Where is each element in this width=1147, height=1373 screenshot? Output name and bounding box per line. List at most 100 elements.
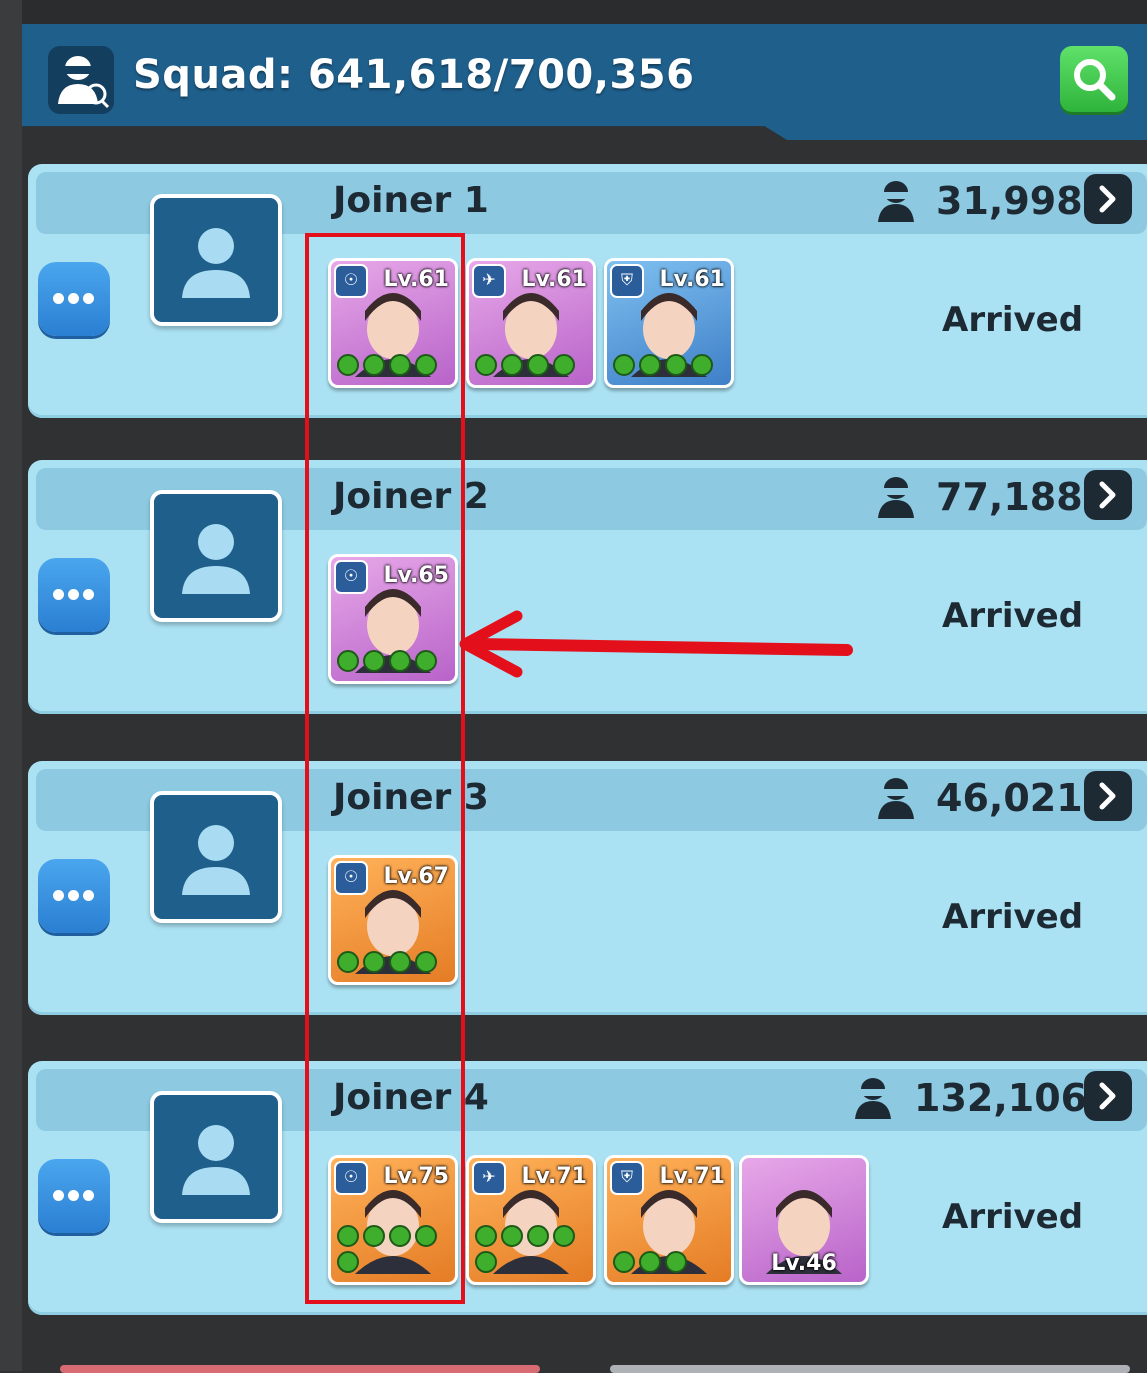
search-button[interactable]: [1060, 46, 1128, 112]
star-icon: [337, 650, 359, 672]
chevron-right-button[interactable]: [1084, 174, 1132, 224]
hero-slot[interactable]: ☉ Lv.61: [328, 258, 458, 388]
hero-stars: [475, 354, 579, 380]
chevron-right-button[interactable]: [1084, 771, 1132, 821]
hero-slot[interactable]: ☉ Lv.75: [328, 1155, 458, 1285]
hero-stars: [613, 354, 717, 380]
hero-slot[interactable]: ☉ Lv.67: [328, 855, 458, 985]
user-silhouette-icon: [182, 228, 250, 298]
star-icon: [501, 354, 523, 376]
hero-slot[interactable]: ☉ Lv.65: [328, 554, 458, 684]
hero-class-icon: ⛨: [610, 1161, 644, 1195]
star-icon: [553, 354, 575, 376]
star-icon: [475, 1225, 497, 1247]
hero-class-icon: ☉: [334, 560, 368, 594]
star-icon: [613, 1251, 635, 1273]
hero-level: Lv.67: [383, 864, 449, 889]
star-icon: [389, 1225, 411, 1247]
chevron-right-button[interactable]: [1084, 470, 1132, 520]
more-options-button[interactable]: [38, 1159, 110, 1233]
star-icon: [363, 1225, 385, 1247]
joiner-card: Joiner 4 132,106 ☉ Lv.75 ✈ Lv.71 ⛨ Lv.71…: [28, 1061, 1147, 1315]
joiner-power: 31,998: [936, 179, 1083, 223]
hero-stars: [337, 1225, 455, 1277]
joiner-power: 77,188: [936, 475, 1083, 519]
star-icon: [389, 354, 411, 376]
joiner-name: Joiner 2: [333, 476, 489, 517]
star-icon: [639, 1251, 661, 1273]
joiner-card: Joiner 3 46,021 ☉ Lv.67 Arrived: [28, 761, 1147, 1015]
star-icon: [527, 354, 549, 376]
hero-stars: [337, 650, 441, 676]
hero-slot[interactable]: ✈ Lv.71: [466, 1155, 596, 1285]
hero-stars: [613, 1251, 691, 1277]
chevron-right-icon: [1099, 1082, 1116, 1110]
star-icon: [553, 1225, 575, 1247]
star-icon: [415, 650, 437, 672]
march-status: Arrived: [942, 596, 1084, 636]
avatar[interactable]: [150, 490, 282, 622]
more-options-button[interactable]: [38, 558, 110, 632]
hero-slot[interactable]: ⛨ Lv.61: [604, 258, 734, 388]
hero-slot[interactable]: ⛨ Lv.71: [604, 1155, 734, 1285]
more-options-button[interactable]: [38, 262, 110, 336]
star-icon: [665, 1251, 687, 1273]
star-icon: [363, 650, 385, 672]
march-status: Arrived: [942, 897, 1084, 937]
joiner-name: Joiner 4: [333, 1077, 489, 1118]
joiner-power: 46,021: [936, 776, 1083, 820]
star-icon: [415, 951, 437, 973]
star-icon: [475, 354, 497, 376]
star-icon: [337, 951, 359, 973]
joiner-name: Joiner 1: [333, 180, 489, 221]
hero-slot[interactable]: Lv.46: [739, 1155, 869, 1285]
avatar[interactable]: [150, 1091, 282, 1223]
chevron-right-icon: [1099, 481, 1116, 509]
march-status: Arrived: [942, 1197, 1084, 1237]
hero-class-icon: ☉: [334, 264, 368, 298]
star-icon: [337, 1251, 359, 1273]
soldier-search-icon: [48, 46, 114, 114]
magnifier-icon: [1074, 59, 1116, 101]
hero-level: Lv.75: [383, 1164, 449, 1189]
star-icon: [527, 1225, 549, 1247]
user-silhouette-icon: [182, 1125, 250, 1195]
hero-level: Lv.71: [521, 1164, 587, 1189]
soldier-power-icon: [878, 778, 914, 819]
hero-class-icon: ⛨: [610, 264, 644, 298]
soldier-power-icon: [878, 477, 914, 518]
march-status: Arrived: [942, 300, 1084, 340]
bottom-bar-right: [610, 1365, 1130, 1373]
squad-title: Squad: 641,618/700,356: [133, 52, 695, 98]
star-icon: [665, 354, 687, 376]
hero-class-icon: ✈: [472, 1161, 506, 1195]
joiner-card: Joiner 2 77,188 ☉ Lv.65 Arrived: [28, 460, 1147, 714]
star-icon: [475, 1251, 497, 1273]
star-icon: [363, 951, 385, 973]
hero-stars: [475, 1225, 593, 1277]
star-icon: [691, 354, 713, 376]
more-options-button[interactable]: [38, 859, 110, 933]
hero-class-icon: ✈: [472, 264, 506, 298]
avatar[interactable]: [150, 791, 282, 923]
star-icon: [389, 650, 411, 672]
hero-level: Lv.61: [521, 267, 587, 292]
hero-stars: [337, 951, 441, 977]
hero-stars: [337, 354, 441, 380]
joiner-power: 132,106: [914, 1076, 1088, 1120]
chevron-right-icon: [1099, 185, 1116, 213]
star-icon: [613, 354, 635, 376]
chevron-right-icon: [1099, 782, 1116, 810]
hero-slot[interactable]: ✈ Lv.61: [466, 258, 596, 388]
hero-class-icon: ☉: [334, 1161, 368, 1195]
chevron-right-button[interactable]: [1084, 1071, 1132, 1121]
star-icon: [389, 951, 411, 973]
joiner-name: Joiner 3: [333, 777, 489, 818]
star-icon: [337, 354, 359, 376]
hero-level: Lv.65: [383, 563, 449, 588]
star-icon: [337, 1225, 359, 1247]
hero-level: Lv.61: [383, 267, 449, 292]
hero-class-icon: ☉: [334, 861, 368, 895]
bottom-bar-left: [60, 1365, 540, 1373]
avatar[interactable]: [150, 194, 282, 326]
